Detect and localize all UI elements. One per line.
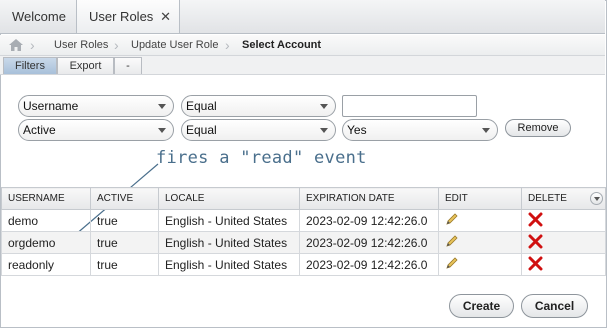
toolbar: Filters Export - <box>0 56 605 75</box>
breadcrumb: › User Roles › Update User Role › Select… <box>0 35 605 56</box>
filter-value-value-2: Yes <box>347 123 367 137</box>
annotation-label: fires a "read" event <box>156 148 367 168</box>
accounts-table: USERNAME ACTIVE LOCALE EXPIRATION DATE E… <box>1 187 606 276</box>
pencil-icon[interactable] <box>445 256 459 270</box>
table-row[interactable]: demo true English - United States 2023-0… <box>1 209 606 232</box>
cell-edit <box>438 253 522 276</box>
export-tab[interactable]: Export <box>57 57 114 74</box>
tab-bar: Welcome User Roles ✕ <box>0 0 605 34</box>
chevron-down-icon <box>482 128 490 133</box>
cell-username: orgdemo <box>1 231 91 254</box>
pencil-icon[interactable] <box>445 234 459 248</box>
close-icon[interactable]: ✕ <box>160 0 171 33</box>
tab-user-roles[interactable]: User Roles ✕ <box>77 0 180 33</box>
cell-delete <box>521 209 606 232</box>
column-delete-label: DELETE <box>528 193 567 204</box>
filters-tab[interactable]: Filters <box>3 57 57 74</box>
filter-operator-value-1: Equal <box>186 99 217 113</box>
cell-delete <box>521 253 606 276</box>
breadcrumb-update-user-role[interactable]: Update User Role <box>131 35 218 55</box>
chevron-down-icon <box>320 128 328 133</box>
create-button[interactable]: Create <box>449 294 514 318</box>
tab-welcome-label: Welcome <box>12 9 66 24</box>
delete-icon[interactable] <box>528 234 543 249</box>
chevron-down-icon <box>158 104 166 109</box>
table-header-row: USERNAME ACTIVE LOCALE EXPIRATION DATE E… <box>1 187 606 210</box>
cell-expiration: 2023-02-09 12:42:26.0 <box>299 231 439 254</box>
tab-welcome[interactable]: Welcome <box>0 0 77 33</box>
cancel-button[interactable]: Cancel <box>521 294 588 318</box>
cell-active: true <box>90 209 159 232</box>
filter-operator-select-1[interactable]: Equal <box>181 95 336 117</box>
column-active[interactable]: ACTIVE <box>90 187 159 210</box>
table-row[interactable]: orgdemo true English - United States 202… <box>1 231 606 254</box>
cell-active: true <box>90 231 159 254</box>
breadcrumb-separator: › <box>114 37 119 53</box>
cell-locale: English - United States <box>158 253 300 276</box>
collapse-tab[interactable]: - <box>114 57 142 74</box>
table-row[interactable]: readonly true English - United States 20… <box>1 253 606 276</box>
filter-value-select-2[interactable]: Yes <box>342 119 498 141</box>
column-menu-icon[interactable] <box>590 192 603 205</box>
column-expiration-date[interactable]: EXPIRATION DATE <box>299 187 439 210</box>
column-edit[interactable]: EDIT <box>438 187 522 210</box>
breadcrumb-separator: › <box>225 37 230 53</box>
cell-username: readonly <box>1 253 91 276</box>
chevron-down-icon <box>320 104 328 109</box>
breadcrumb-user-roles[interactable]: User Roles <box>54 35 108 55</box>
delete-icon[interactable] <box>528 256 543 271</box>
cell-expiration: 2023-02-09 12:42:26.0 <box>299 253 439 276</box>
filter-field-select-2[interactable]: Active <box>18 119 174 141</box>
filter-operator-select-2[interactable]: Equal <box>181 119 336 141</box>
column-delete[interactable]: DELETE <box>521 187 606 210</box>
pencil-icon[interactable] <box>445 212 459 226</box>
column-locale[interactable]: LOCALE <box>158 187 300 210</box>
breadcrumb-select-account: Select Account <box>242 39 322 51</box>
tab-user-roles-label: User Roles <box>89 9 154 24</box>
cell-edit <box>438 209 522 232</box>
remove-filter-button[interactable]: Remove <box>505 119 571 137</box>
delete-icon[interactable] <box>528 212 543 227</box>
filter-field-select-1[interactable]: Username <box>18 95 174 117</box>
filter-operator-value-2: Equal <box>186 123 217 137</box>
cell-delete <box>521 231 606 254</box>
filter-value-input-1[interactable] <box>342 95 477 117</box>
cell-locale: English - United States <box>158 209 300 232</box>
cell-expiration: 2023-02-09 12:42:26.0 <box>299 209 439 232</box>
filter-field-value-1: Username <box>23 99 79 113</box>
breadcrumb-separator: › <box>30 37 35 53</box>
cell-edit <box>438 231 522 254</box>
chevron-down-icon <box>158 128 166 133</box>
column-username[interactable]: USERNAME <box>1 187 91 210</box>
home-icon[interactable] <box>9 39 23 51</box>
cell-active: true <box>90 253 159 276</box>
cell-locale: English - United States <box>158 231 300 254</box>
cell-username: demo <box>1 209 91 232</box>
filter-field-value-2: Active <box>23 123 56 137</box>
